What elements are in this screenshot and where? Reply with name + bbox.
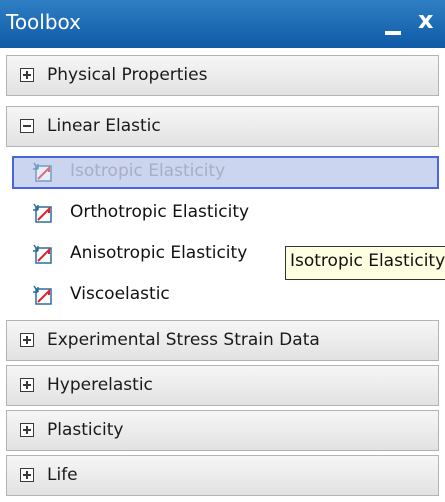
plus-box-icon[interactable] — [20, 68, 34, 82]
section-label: Physical Properties — [47, 65, 208, 85]
section-label: Plasticity — [47, 420, 124, 440]
minimize-dash-icon[interactable] — [385, 31, 401, 35]
section-life[interactable]: Life — [6, 455, 439, 496]
toolbox-panel: Toolbox x Physical Properties Linear Ela… — [0, 0, 445, 502]
section-experimental-stress-strain-data[interactable]: Experimental Stress Strain Data — [6, 320, 439, 361]
plus-box-icon[interactable] — [20, 333, 34, 347]
stress-strain-chart-icon — [33, 285, 52, 305]
list-item-label: Anisotropic Elasticity — [70, 243, 248, 263]
list-item-label: Viscoelastic — [70, 284, 170, 304]
section-physical-properties[interactable]: Physical Properties — [6, 55, 439, 96]
section-label: Experimental Stress Strain Data — [47, 330, 320, 350]
minus-box-icon[interactable] — [20, 119, 34, 133]
list-item-orthotropic-elasticity[interactable]: Orthotropic Elasticity — [12, 197, 439, 230]
plus-box-icon[interactable] — [20, 423, 34, 437]
section-plasticity[interactable]: Plasticity — [6, 410, 439, 451]
list-item-viscoelastic[interactable]: Viscoelastic — [12, 279, 439, 312]
section-label: Linear Elastic — [47, 116, 161, 136]
list-item-isotropic-elasticity[interactable]: Isotropic Elasticity — [12, 156, 439, 189]
section-label: Hyperelastic — [47, 375, 153, 395]
plus-box-icon[interactable] — [20, 378, 34, 392]
stress-strain-chart-icon — [33, 244, 52, 264]
section-label: Life — [47, 465, 78, 485]
toolbox-title: Toolbox — [6, 10, 81, 34]
toolbox-title-bar[interactable]: Toolbox x — [0, 0, 445, 48]
section-linear-elastic[interactable]: Linear Elastic — [6, 106, 439, 147]
close-icon[interactable]: x — [418, 6, 433, 34]
stress-strain-chart-icon — [33, 162, 52, 182]
section-hyperelastic[interactable]: Hyperelastic — [6, 365, 439, 406]
list-item-label: Isotropic Elasticity — [70, 161, 226, 181]
stress-strain-chart-icon — [33, 203, 52, 223]
plus-box-icon[interactable] — [20, 468, 34, 482]
list-item-label: Orthotropic Elasticity — [70, 202, 250, 222]
tooltip: Isotropic Elasticity — [285, 246, 445, 280]
